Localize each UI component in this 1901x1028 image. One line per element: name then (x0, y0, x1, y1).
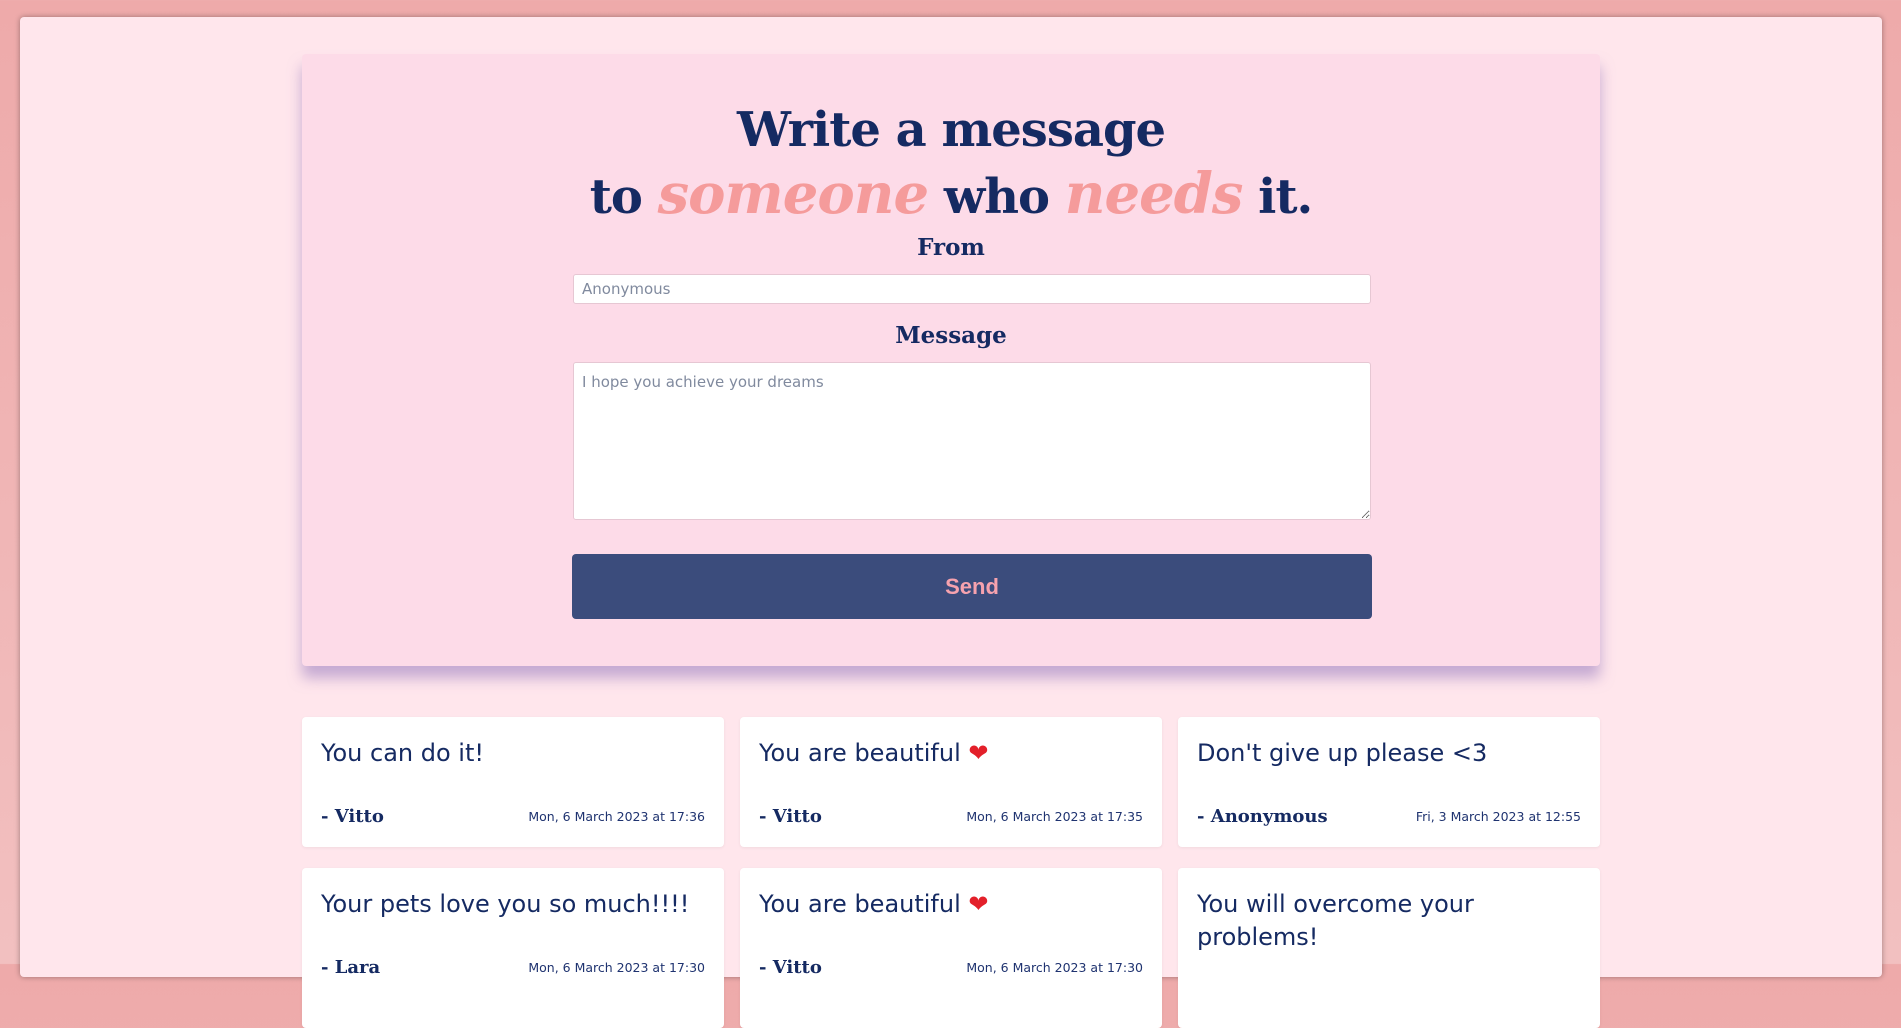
page-window: Write a message to someone who needs it.… (20, 17, 1882, 1028)
red-heart-icon: ❤ (968, 739, 989, 767)
message-date: Mon, 6 March 2023 at 17:35 (966, 809, 1143, 824)
title-word-someone: someone (657, 161, 929, 227)
message-text: You will overcome your problems! (1197, 890, 1474, 951)
message-card: You can do it! - Vitto Mon, 6 March 2023… (302, 717, 724, 847)
message-author: - Vitto (759, 806, 822, 827)
title-word-who: who (943, 169, 1050, 225)
message-author: - Vitto (759, 957, 822, 978)
page-title-line2: to someone who needs it. (302, 161, 1600, 227)
message-author: - Vitto (321, 806, 384, 827)
title-word-needs: needs (1064, 161, 1244, 227)
message-label: Message (895, 322, 1007, 349)
compose-panel: Write a message to someone who needs it.… (302, 54, 1600, 666)
message-date: Fri, 3 March 2023 at 12:55 (1415, 809, 1581, 824)
message-textarea[interactable] (573, 362, 1371, 520)
from-input[interactable] (573, 274, 1371, 304)
title-word-it: it. (1258, 169, 1313, 225)
message-text: You are beautiful ❤ (759, 739, 989, 767)
message-author: - Lara (321, 957, 381, 978)
from-label: From (917, 234, 985, 261)
send-button[interactable]: Send (572, 554, 1372, 619)
title-word-to: to (589, 169, 643, 225)
message-date: Mon, 6 March 2023 at 17:30 (528, 960, 705, 975)
message-text: You can do it! (321, 739, 484, 767)
message-author: - Anonymous (1197, 806, 1328, 827)
message-date: Mon, 6 March 2023 at 17:30 (966, 960, 1143, 975)
message-card: Don't give up please <3 - Anonymous Fri,… (1178, 717, 1600, 847)
page-title-line1: Write a message (736, 102, 1166, 158)
message-card: Your pets love you so much!!!! - Lara Mo… (302, 868, 724, 1028)
message-text: You are beautiful ❤ (759, 890, 989, 918)
message-text: Don't give up please <3 (1197, 739, 1488, 767)
message-card: You are beautiful ❤ - Vitto Mon, 6 March… (740, 868, 1162, 1028)
message-card: You will overcome your problems! (1178, 868, 1600, 1028)
message-date: Mon, 6 March 2023 at 17:36 (528, 809, 705, 824)
red-heart-icon: ❤ (968, 890, 989, 918)
message-card: You are beautiful ❤ - Vitto Mon, 6 March… (740, 717, 1162, 847)
message-text: Your pets love you so much!!!! (321, 890, 690, 918)
